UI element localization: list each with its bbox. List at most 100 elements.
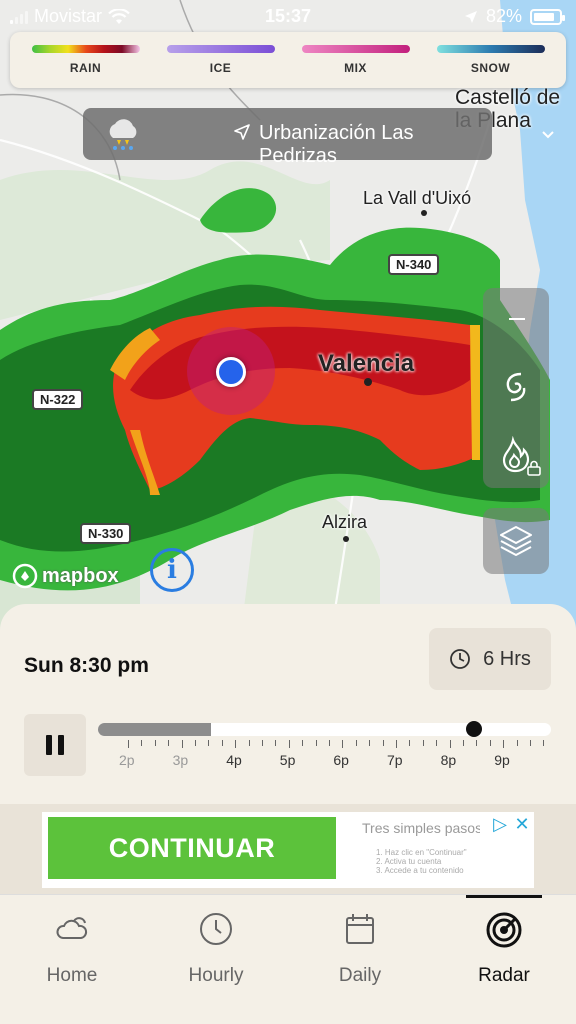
- pause-button[interactable]: [24, 714, 86, 776]
- legend-bar-ice: [166, 45, 275, 53]
- timeline-tick: [396, 740, 397, 748]
- fire-layer-button[interactable]: [483, 426, 549, 486]
- tab-label-daily: Daily: [338, 965, 382, 986]
- timeline-slider[interactable]: [98, 723, 551, 736]
- minus-icon: [509, 318, 525, 320]
- battery-icon: [530, 8, 565, 25]
- timeline-label-5p: 5p: [279, 752, 296, 768]
- timeline-tick: [503, 740, 505, 748]
- timeline-sheet: Sun 8:30 pm 6 Hrs 2p 3p 4p 5p 6p 7p 8p 9p: [0, 604, 576, 804]
- collapse-button[interactable]: [483, 288, 549, 348]
- timeline-tick: [355, 740, 357, 746]
- tab-home[interactable]: Home: [0, 895, 144, 1005]
- radar-icon: [486, 912, 522, 948]
- city-dot-valencia: [364, 378, 372, 386]
- legend-label-rain: RAIN: [69, 61, 102, 75]
- timeline-label-7p: 7p: [387, 752, 403, 768]
- ad-banner: CONTINUAR Tres simples pasos 1. Haz clic…: [0, 804, 576, 894]
- timeline-tick: [449, 740, 451, 748]
- clock-icon: [450, 649, 470, 669]
- timeline-tick: [329, 740, 330, 746]
- mapbox-logo[interactable]: mapbox: [12, 563, 119, 589]
- ad-step: 2. Activa tu cuenta: [376, 857, 442, 866]
- ad-steps: 1. Haz clic en "Continuar" 2. Activa tu …: [376, 848, 467, 875]
- city-dot-vall: [421, 210, 427, 216]
- timeline-ticks: [98, 740, 551, 748]
- legend-label-mix: MIX: [344, 61, 367, 75]
- timeline-tick: [409, 740, 411, 746]
- timeline-label-9p: 9p: [494, 752, 510, 768]
- timeline-tick: [262, 740, 263, 746]
- location-services-icon: [464, 10, 477, 23]
- timeline-tick: [302, 740, 304, 746]
- storm-layer-button[interactable]: [483, 356, 549, 418]
- timeline-tick: [168, 740, 170, 746]
- legend-item-snow: SNOW: [436, 45, 545, 75]
- timeline-tick: [489, 740, 491, 746]
- timeline-tick: [221, 740, 223, 746]
- timeline-tick: [476, 740, 478, 746]
- thunderstorm-icon: [109, 119, 137, 150]
- city-dot-alzira: [343, 536, 349, 542]
- cloud-sun-icon: [56, 917, 88, 939]
- ad-step: 1. Haz clic en "Continuar": [376, 848, 467, 857]
- timeline-tick: [342, 740, 344, 748]
- tab-hourly[interactable]: Hourly: [144, 895, 288, 1005]
- timeline-tick: [516, 740, 518, 746]
- timeline-tick: [288, 740, 290, 748]
- timeline-label-4p: 4p: [226, 752, 242, 768]
- tab-label-radar: Radar: [478, 965, 530, 986]
- map-info-button[interactable]: i: [150, 548, 194, 592]
- timeline-handle[interactable]: [465, 721, 482, 737]
- layers-icon: [500, 526, 532, 556]
- tab-daily[interactable]: Daily: [288, 895, 432, 1005]
- tab-label-hourly: Hourly: [188, 965, 244, 986]
- precipitation-legend: RAIN ICE MIX SNOW: [10, 32, 566, 88]
- ad-close-icon[interactable]: ✕: [512, 814, 532, 834]
- calendar-icon: [346, 914, 374, 944]
- timeline-tick: [382, 740, 384, 746]
- user-location-dot[interactable]: [216, 357, 246, 387]
- timeline-tick: [195, 740, 196, 746]
- timeline-progress: [98, 723, 212, 736]
- legend-bar-snow: [436, 45, 545, 53]
- time-range-button[interactable]: 6 Hrs: [429, 628, 551, 690]
- legend-label-snow: SNOW: [470, 61, 511, 75]
- legend-item-ice: ICE: [166, 45, 275, 75]
- ad-box[interactable]: CONTINUAR Tres simples pasos 1. Haz clic…: [42, 812, 534, 888]
- timeline-tick: [154, 740, 156, 746]
- timeline-tick: [530, 740, 531, 746]
- timeline-tick: [315, 740, 317, 746]
- timeline-tick: [141, 740, 143, 746]
- road-badge-n340: N-340: [388, 254, 440, 275]
- timeline-tick: [275, 740, 277, 746]
- adchoices-icon[interactable]: ▷: [490, 814, 510, 834]
- tab-radar[interactable]: Radar: [432, 895, 576, 1005]
- location-selector[interactable]: Urbanización Las Pedrizas: [83, 108, 554, 167]
- hurricane-icon: [506, 372, 526, 402]
- timeline-tick: [436, 740, 438, 746]
- ad-continue-button[interactable]: CONTINUAR: [48, 817, 336, 879]
- timeline-label-8p: 8p: [440, 752, 457, 768]
- map-layer-controls: [483, 288, 549, 488]
- road-badge-n330: N-330: [80, 523, 132, 544]
- timeline-tick: [128, 740, 129, 748]
- place-label-alzira: Alzira: [322, 512, 368, 532]
- lock-icon: [527, 460, 541, 476]
- timeline-tick: [463, 740, 464, 746]
- map-style-button[interactable]: [483, 508, 549, 574]
- legend-item-mix: MIX: [301, 45, 410, 75]
- place-label-vall: La Vall d'Uixó: [363, 188, 472, 208]
- legend-label-ice: ICE: [209, 61, 232, 75]
- time-range-label: 6 Hrs: [483, 647, 531, 670]
- timeline-tick: [248, 740, 250, 746]
- timeline-tick: [543, 740, 545, 746]
- timeline-tick: [422, 740, 424, 746]
- legend-bar-mix: [301, 45, 410, 53]
- status-right: 82%: [464, 6, 565, 27]
- info-icon: i: [167, 555, 177, 585]
- timeline-label-3p: 3p: [172, 752, 189, 768]
- mapbox-icon: [12, 563, 38, 589]
- navigation-arrow-icon: [234, 124, 250, 140]
- place-label-valencia: Valencia: [318, 350, 415, 377]
